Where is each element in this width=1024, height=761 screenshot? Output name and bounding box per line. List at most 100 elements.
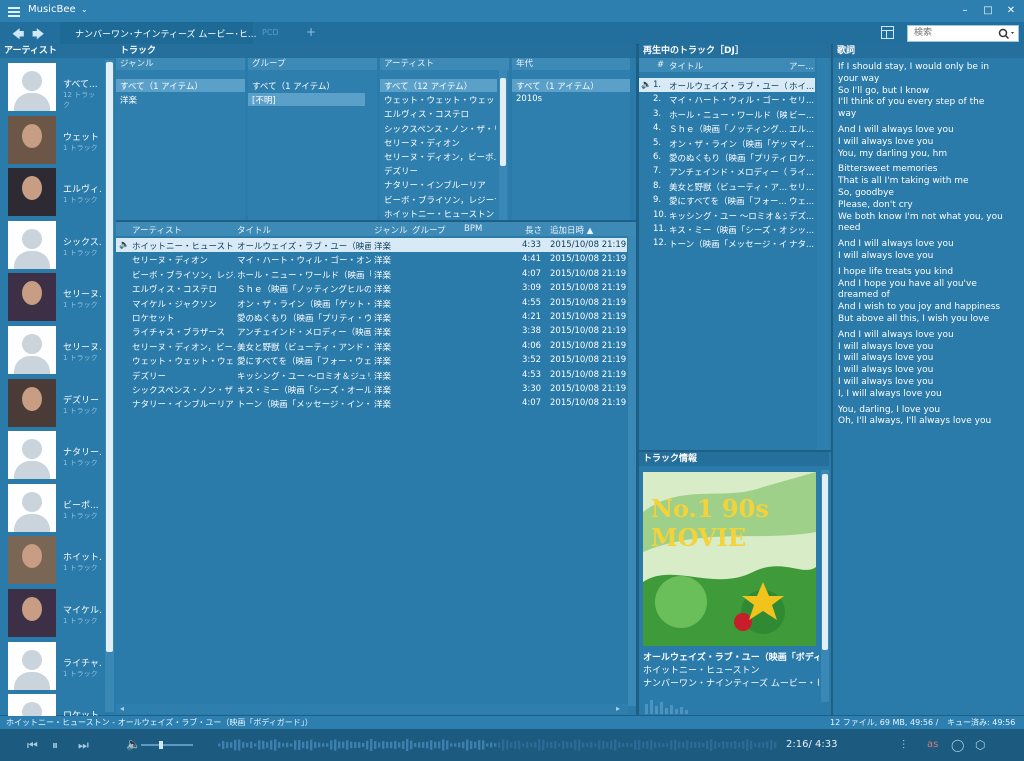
maximize-button[interactable]: □ — [980, 4, 996, 17]
equalizer-icon[interactable]: ⫶ — [902, 738, 905, 753]
queue-column-num[interactable]: # — [657, 60, 664, 70]
queue-item[interactable]: 4. Ｓｈｅ（映画「ノッティング... エル... — [639, 121, 815, 135]
artist-list-item[interactable]: ナタリー...1 トラック — [0, 429, 102, 481]
artist-scrollbar[interactable] — [105, 60, 114, 712]
track-row[interactable]: 🔈ホイットニー・ヒューストンオールウェイズ・ラブ・ユー（映画「ボ...洋楽 4:3… — [116, 238, 627, 252]
next-track-icon[interactable]: ⏭ — [78, 738, 89, 753]
artist-filter-item[interactable]: セリーヌ・ディオン，ビーボ... — [384, 151, 496, 163]
queue-item[interactable]: 12. トーン（映画「メッセージ・イ... ナタ... — [639, 236, 815, 250]
volume-icon[interactable]: 🔈 — [126, 737, 141, 751]
column-title[interactable]: タイトル — [237, 224, 271, 236]
artist-list-item[interactable]: マイケル...1 トラック — [0, 587, 102, 639]
track-row[interactable]: ビーボ・ブライソン，レジ...ホール・ニュー・ワールド（映画「ア...洋楽 4:0… — [116, 267, 627, 281]
track-row[interactable]: ナタリー・インブルーリアトーン（映画「メッセージ・イン・ア...洋楽 4:07 20… — [116, 396, 627, 410]
column-genre[interactable]: ジャンル — [374, 224, 408, 236]
grouping-filter-item[interactable]: すべて（1 アイテム） — [252, 80, 335, 92]
artist-list-item[interactable]: セリーヌ...1 トラック — [0, 324, 102, 376]
column-length[interactable]: 長さ — [525, 224, 542, 236]
artist-list-item[interactable]: エルヴィ...1 トラック — [0, 166, 102, 218]
volume-slider[interactable] — [141, 741, 193, 749]
artist-list-item[interactable]: セリーヌ...1 トラック — [0, 271, 102, 323]
minimize-button[interactable]: – — [957, 4, 973, 17]
track-row[interactable]: ロケセット 愛のぬくもり（映画「プリティ・ウー...洋楽 4:21 2015/10/0… — [116, 310, 627, 324]
pause-icon[interactable]: ⏸ — [52, 738, 58, 753]
artist-list-item[interactable]: ホイット...1 トラック — [0, 534, 102, 586]
track-date-added: 2015/10/08 21:19 — [550, 340, 627, 351]
track-row[interactable]: シックスペンス・ノン・ザ・リ...キス・ミー（映画「シーズ・オール・...洋楽 3… — [116, 382, 627, 396]
artist-filter-item[interactable]: すべて（12 アイテム） — [384, 80, 496, 92]
track-row[interactable]: マイケル・ジャクソン オン・ザ・ライン（映画「ゲット・オ...洋楽 4:55 2015… — [116, 296, 627, 310]
previous-track-icon[interactable]: ⏮ — [27, 738, 38, 753]
forward-arrow-icon[interactable]: 🡆 — [32, 25, 44, 46]
hamburger-menu-icon[interactable] — [8, 5, 20, 17]
search-box[interactable] — [907, 25, 1019, 42]
tab-current-album-label[interactable]: ナンバーワン･ナインティーズ ムービー･ヒ... — [75, 27, 256, 40]
artist-filter-header[interactable]: アーティスト — [380, 58, 509, 70]
queue-item[interactable]: 2. マイ・ハート・ウィル・ゴー・オン...セリ... — [639, 92, 815, 106]
artist-list-item[interactable]: ライチャ...1 トラック — [0, 640, 102, 692]
queue-item[interactable]: 11. キス・ミー（映画「シーズ・オ... シッ... — [639, 222, 815, 236]
artist-filter-item[interactable]: デズリー — [384, 165, 496, 177]
artist-list-item[interactable]: すべて... 12 トラック — [0, 61, 102, 113]
year-filter-item[interactable]: すべて（1 アイテム） — [516, 80, 599, 92]
now-playing-scrollbar[interactable] — [817, 58, 829, 450]
volume-slider-handle[interactable] — [159, 741, 163, 749]
back-arrow-icon[interactable]: 🡄 — [12, 25, 24, 46]
track-row[interactable]: エルヴィス・コステロ Ｓｈｅ（映画「ノッティングヒルの... 洋楽 3:09 2015/… — [116, 281, 627, 295]
artist-filter-item[interactable]: ビーボ・ブライソン，レジーナ... — [384, 194, 496, 206]
artist-filter-item[interactable]: シックスペンス・ノン・ザ・リッチ... — [384, 123, 496, 135]
waveform-progress-bar[interactable] — [218, 735, 778, 755]
scrobble-icon[interactable]: as — [927, 739, 938, 750]
track-row[interactable]: デズリー キッシング・ユー ～ロミオ＆ジュリエ...洋楽 4:53 2015/10/0… — [116, 368, 627, 382]
track-list-hscrollbar[interactable]: ◂ ▸ — [116, 704, 628, 714]
repeat-icon[interactable]: ◯ — [951, 738, 964, 752]
artist-list-item[interactable]: ウェット・...1 トラック — [0, 114, 102, 166]
genre-filter-item[interactable]: すべて（1 アイテム） — [120, 80, 203, 92]
artist-filter-scrollbar[interactable] — [499, 70, 507, 220]
queue-item[interactable]: 7. アンチェインド・メロディー（... ライ... — [639, 164, 815, 178]
artist-filter-item[interactable]: エルヴィス・コステロ — [384, 108, 496, 120]
column-group[interactable]: グループ — [412, 224, 446, 236]
tab-pcd[interactable]: PCD — [262, 28, 279, 37]
track-row[interactable]: ウェット・ウェット・ウェット愛にすべてを（映画「フォー・ウェ...洋楽 3:52 2… — [116, 353, 627, 367]
waveform-bar — [430, 740, 433, 750]
search-input[interactable] — [914, 27, 998, 39]
artist-list-item[interactable]: シックス...1 トラック — [0, 219, 102, 271]
artist-filter-item[interactable]: ウェット・ウェット・ウェット — [384, 94, 496, 106]
track-row[interactable]: セリーヌ・ディオン マイ・ハート・ウィル・ゴー・オン（映...洋楽 4:41 2015… — [116, 252, 627, 266]
year-filter-item[interactable]: 2010s — [516, 94, 542, 104]
grouping-filter-item[interactable]: [不明] — [252, 94, 276, 106]
add-tab-button[interactable]: + — [306, 25, 316, 39]
queue-item[interactable]: 9. 愛にすべてを（映画「フォー... ウェ... — [639, 193, 815, 207]
close-button[interactable]: ✕ — [1003, 4, 1019, 17]
genre-filter-item[interactable]: 洋楽 — [120, 94, 137, 106]
artist-filter-item[interactable]: セリーヌ・ディオン — [384, 137, 496, 149]
queue-item[interactable]: 5. オン・ザ・ライン（映画「ゲット...マイ... — [639, 136, 815, 150]
queue-column-artist[interactable]: アー... — [789, 60, 814, 72]
column-date-added[interactable]: 追加日時 ▲ — [550, 224, 593, 236]
year-filter-header[interactable]: 年代 — [512, 58, 630, 70]
track-list-scrollbar[interactable] — [628, 236, 636, 706]
grouping-filter-header[interactable]: グループ — [248, 58, 377, 70]
queue-item[interactable]: 6. 愛のぬくもり（映画「プリティ... ロケ... — [639, 150, 815, 164]
column-bpm[interactable]: BPM — [464, 224, 482, 234]
artist-filter-item[interactable]: ホイットニー・ヒューストン — [384, 208, 496, 220]
track-row[interactable]: ライチャス・ブラザース アンチェインド・メロディー（映画「...洋楽 3:38 201… — [116, 324, 627, 338]
app-title[interactable]: MusicBee — [28, 4, 76, 15]
genre-filter-header[interactable]: ジャンル — [116, 58, 245, 70]
queue-item[interactable]: 10. キッシング・ユー ～ロミオ＆ジ... デズ... — [639, 208, 815, 222]
artist-list-item[interactable]: デズリー 1 トラック — [0, 377, 102, 429]
app-menu-chevron-icon[interactable]: ⌄ — [81, 5, 88, 14]
track-info-scrollbar[interactable] — [821, 470, 829, 702]
share-icon[interactable]: ⬡ — [975, 738, 985, 752]
layout-icon[interactable] — [881, 26, 894, 39]
column-artist[interactable]: アーティスト — [132, 224, 182, 236]
queue-item[interactable]: 🔈 1. オールウェイズ・ラブ・ユー（... ホイ... — [639, 78, 815, 92]
queue-column-title[interactable]: タイトル — [669, 60, 703, 72]
queue-item[interactable]: 8. 美女と野獣（ビューティ・ア... セリ... — [639, 179, 815, 193]
artist-filter-item[interactable]: ナタリー・インブルーリア — [384, 179, 496, 191]
search-icon[interactable] — [998, 28, 1016, 39]
queue-item[interactable]: 3. ホール・ニュー・ワールド（映... ビー... — [639, 107, 815, 121]
track-row[interactable]: セリーヌ・ディオン，ビー... 美女と野獣（ビューティ・アンド・... 洋楽 4:06… — [116, 339, 627, 353]
artist-list-item[interactable]: ビーボ... 1 トラック — [0, 482, 102, 534]
